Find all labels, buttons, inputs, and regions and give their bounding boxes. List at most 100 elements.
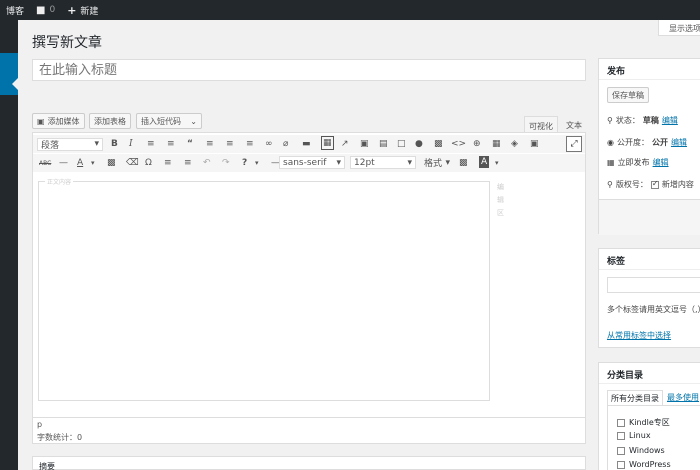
category-item[interactable]: Kindle专区 bbox=[617, 417, 670, 428]
add-circle-icon[interactable]: ⊕ bbox=[473, 138, 481, 150]
tab-text[interactable]: 文本 bbox=[562, 116, 586, 132]
indent-icon[interactable]: ≡ bbox=[184, 157, 192, 169]
status-label: 状态： bbox=[615, 116, 640, 125]
chevron-down-icon[interactable]: ▾ bbox=[91, 157, 95, 169]
tags-hint: 多个标签请用英文逗号（,） bbox=[607, 305, 700, 314]
link-icon[interactable]: ∞ bbox=[265, 138, 273, 150]
lock-icon[interactable]: ▩ bbox=[434, 138, 443, 150]
edit-visibility-link[interactable]: 编辑 bbox=[671, 137, 687, 148]
strikethrough-icon[interactable]: ABC bbox=[39, 158, 51, 170]
add-media-button[interactable]: ▣ 添加媒体 bbox=[32, 113, 85, 129]
background-color-icon[interactable]: ▣ bbox=[530, 138, 539, 150]
copy-icon[interactable]: ▩ bbox=[459, 157, 468, 169]
add-form-button[interactable]: 添加表格 bbox=[89, 113, 131, 129]
category-checkbox[interactable] bbox=[617, 460, 625, 469]
italic-icon[interactable]: I bbox=[129, 138, 133, 150]
numbered-list-icon[interactable]: ≡ bbox=[167, 138, 175, 150]
outdent-icon[interactable]: ≡ bbox=[164, 157, 172, 169]
toolbar-row-2: ABC — A ▾ ▩ ⌫ Ω ≡ ≡ ↶ ↷ ? ▾ — sans-serif… bbox=[33, 154, 585, 172]
image-icon[interactable]: ▤ bbox=[379, 138, 388, 150]
tab-visual[interactable]: 可视化 bbox=[524, 116, 558, 132]
categories-box: 分类目录 所有分类目录 最多使用 Kindle专区 Linux Windows … bbox=[598, 362, 700, 470]
category-item[interactable]: Linux bbox=[617, 431, 651, 440]
category-item[interactable]: Windows bbox=[617, 446, 665, 455]
comment-bubble-icon[interactable]: □ bbox=[397, 138, 406, 150]
undo-icon[interactable]: ↶ bbox=[203, 157, 211, 169]
copyright-checkbox[interactable]: ✓ bbox=[650, 179, 659, 189]
site-name-link[interactable]: 博客 bbox=[0, 0, 30, 20]
bold-icon[interactable]: B bbox=[111, 138, 118, 150]
new-label: 新建 bbox=[80, 6, 99, 17]
fullscreen-icon[interactable]: ⤢ bbox=[566, 136, 582, 152]
user-icon[interactable]: ● bbox=[415, 138, 423, 150]
excerpt-title: 摘要 bbox=[39, 462, 55, 470]
font-family-select[interactable]: sans-serif ▾ bbox=[279, 156, 345, 169]
category-checkbox[interactable] bbox=[617, 418, 625, 427]
editor-status-bar: p 字数统计：0 bbox=[33, 417, 585, 443]
highlight-icon[interactable]: A bbox=[479, 156, 490, 168]
copyright-row: ⚲ 版权号： ✓ 新增内容 bbox=[607, 179, 694, 190]
page-title: 撰写新文章 bbox=[32, 35, 102, 51]
tab-popular-categories[interactable]: 最多使用 bbox=[667, 392, 699, 403]
category-item[interactable]: WordPress bbox=[617, 460, 671, 469]
post-title-input[interactable] bbox=[32, 59, 586, 81]
chevron-down-icon[interactable]: ▾ bbox=[255, 157, 259, 169]
formats-value: 格式 bbox=[424, 159, 443, 169]
comments-link[interactable]: ■ 0 bbox=[30, 0, 61, 20]
more-tag-icon[interactable]: ▬ bbox=[302, 138, 311, 150]
align-center-icon[interactable]: ≡ bbox=[226, 138, 234, 150]
category-checkbox[interactable] bbox=[617, 446, 625, 455]
eye-icon: ◉ bbox=[607, 138, 614, 147]
unlink-icon[interactable]: ⌀ bbox=[283, 138, 288, 150]
save-draft-label: 保存草稿 bbox=[612, 90, 644, 100]
category-label: Linux bbox=[629, 431, 651, 440]
insert-shortcode-select[interactable]: 插入短代码 ⌄ bbox=[136, 113, 202, 129]
code-embed-icon[interactable]: ▣ bbox=[360, 138, 369, 150]
bullet-list-icon[interactable]: ≡ bbox=[147, 138, 155, 150]
tags-box: 标签 多个标签请用英文逗号（,） 从常用标签中选择 bbox=[598, 248, 700, 348]
tags-box-title: 标签 bbox=[599, 249, 700, 270]
paint-bucket-icon[interactable]: ◈ bbox=[511, 138, 518, 150]
screen-options-button[interactable]: 显示选项 bbox=[658, 20, 700, 36]
side-tool-3: 区 bbox=[497, 209, 504, 217]
chevron-down-icon: ▾ bbox=[336, 157, 341, 168]
text-color-icon[interactable]: A bbox=[77, 157, 83, 169]
choose-tags-link[interactable]: 从常用标签中选择 bbox=[607, 330, 671, 341]
font-family-value: sans-serif bbox=[283, 157, 327, 168]
new-content-link[interactable]: + 新建 bbox=[61, 0, 104, 20]
visibility-label: 公开度： bbox=[616, 138, 649, 147]
code-icon[interactable]: <> bbox=[451, 138, 466, 150]
font-size-select[interactable]: 12pt ▾ bbox=[350, 156, 416, 169]
paragraph-format-select[interactable]: 段落 ▾ bbox=[37, 137, 103, 151]
publish-box: 发布 保存草稿 ⚲ 状态： 草稿 编辑 ◉ 公开度： 公开 编辑 ▦ 立即发布 … bbox=[598, 58, 700, 235]
word-count: 字数统计：0 bbox=[37, 433, 83, 442]
external-link-icon[interactable]: ↗ bbox=[341, 138, 349, 150]
edit-status-link[interactable]: 编辑 bbox=[662, 115, 678, 126]
publish-now-label: 立即发布 bbox=[617, 158, 650, 167]
content-area[interactable]: 正文内容 bbox=[38, 177, 490, 401]
align-right-icon[interactable]: ≡ bbox=[246, 138, 254, 150]
plus-icon: + bbox=[67, 3, 77, 17]
paste-text-icon[interactable]: ▩ bbox=[107, 157, 116, 169]
publish-actions bbox=[599, 199, 700, 235]
side-tool-2: 辑 bbox=[497, 196, 504, 204]
clear-format-icon[interactable]: ⌫ bbox=[126, 157, 139, 169]
align-left-icon[interactable]: ≡ bbox=[206, 138, 214, 150]
horizontal-rule-icon[interactable]: — bbox=[59, 157, 68, 169]
toolbar-toggle-icon[interactable]: ▦ bbox=[321, 136, 334, 150]
comment-icon: ■ bbox=[36, 4, 46, 16]
table-icon[interactable]: ▦ bbox=[492, 138, 501, 150]
help-icon[interactable]: ? bbox=[242, 157, 247, 169]
redo-icon[interactable]: ↷ bbox=[222, 157, 230, 169]
tab-all-categories[interactable]: 所有分类目录 bbox=[607, 390, 663, 406]
chevron-down-icon[interactable]: ▾ bbox=[495, 157, 499, 169]
tag-input[interactable] bbox=[607, 277, 700, 293]
edit-schedule-link[interactable]: 编辑 bbox=[653, 157, 669, 168]
special-char-icon[interactable]: Ω bbox=[145, 157, 152, 169]
chevron-down-icon: ▾ bbox=[445, 157, 450, 168]
media-icon: ▣ bbox=[37, 116, 45, 126]
category-checkbox[interactable] bbox=[617, 431, 625, 440]
save-draft-button[interactable]: 保存草稿 bbox=[607, 87, 649, 103]
blockquote-icon[interactable]: “ bbox=[187, 138, 193, 150]
formats-select[interactable]: 格式 ▾ bbox=[421, 156, 453, 170]
